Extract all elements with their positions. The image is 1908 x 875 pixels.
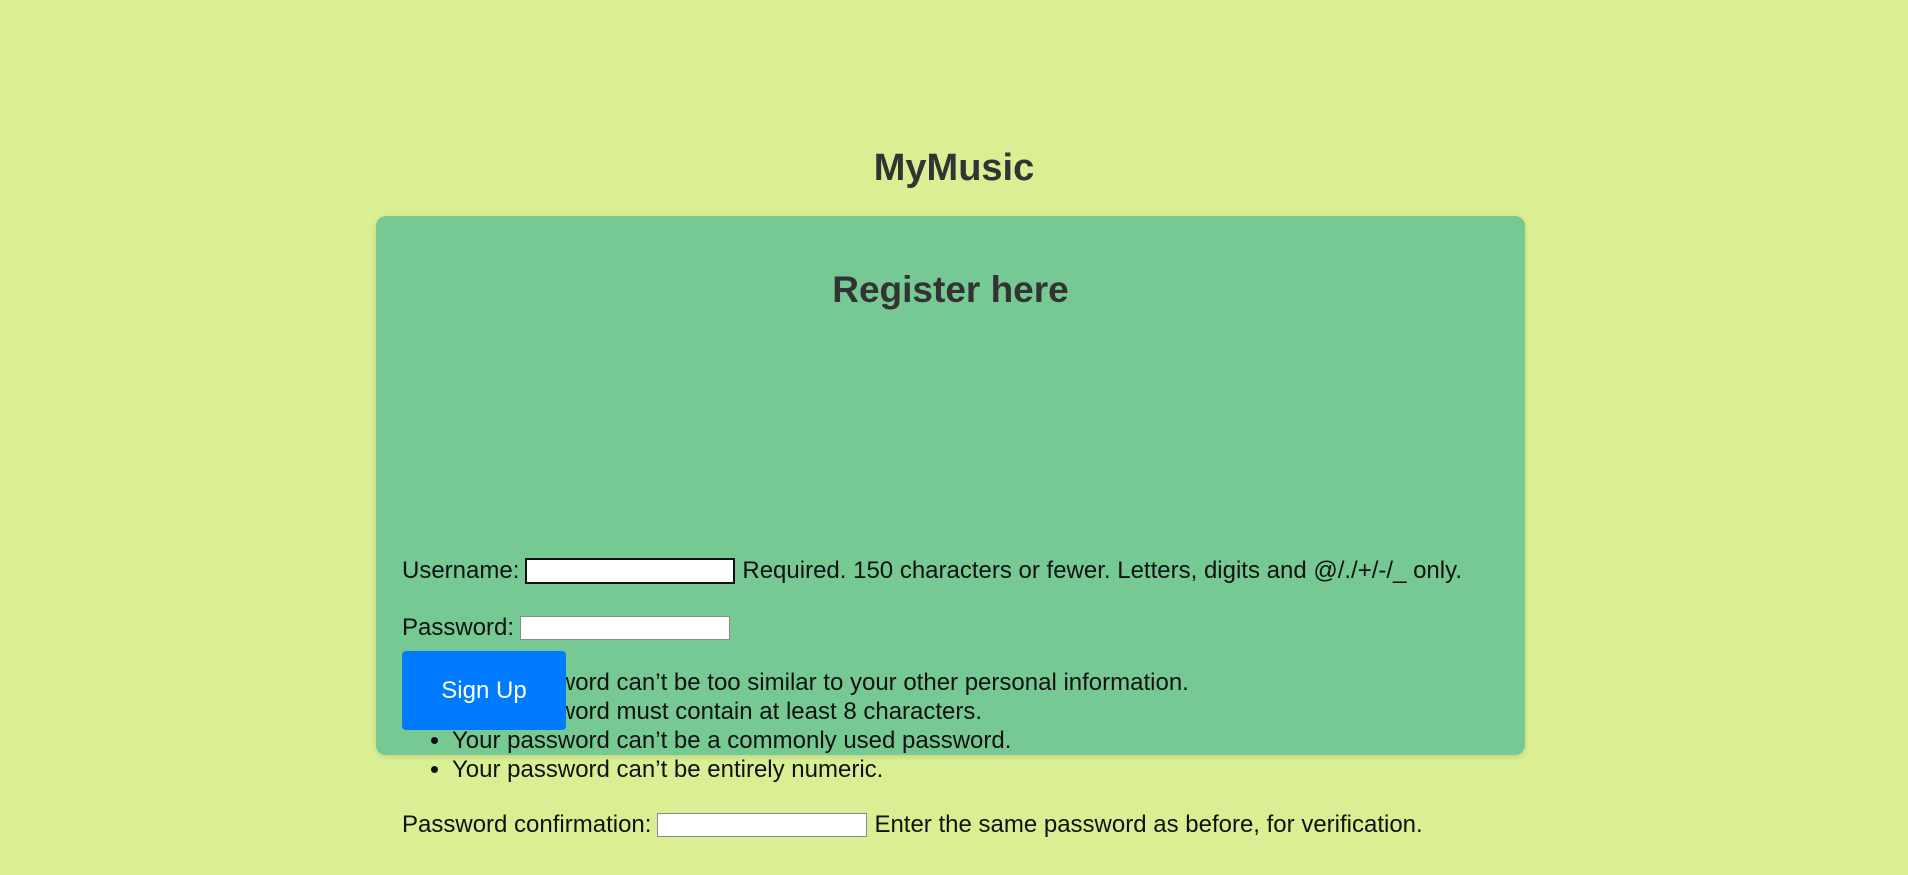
- password-confirmation-row: Password confirmation: Enter the same pa…: [402, 810, 1423, 840]
- password-label: Password:: [402, 614, 515, 641]
- register-card: Register here Username: Required. 150 ch…: [376, 216, 1525, 838]
- password-row: Password:: [402, 613, 731, 643]
- username-label: Username:: [402, 557, 520, 584]
- sign-up-button[interactable]: Sign Up: [402, 651, 566, 730]
- password-confirmation-input[interactable]: [657, 813, 868, 837]
- password-rule: Your password can’t be a commonly used p…: [452, 726, 1189, 755]
- password-input[interactable]: [520, 616, 731, 640]
- username-input[interactable]: [525, 558, 736, 584]
- username-row: Username: Required. 150 characters or fe…: [402, 556, 1462, 586]
- password-rule: Your password can’t be entirely numeric.: [452, 755, 1189, 784]
- password-confirmation-label: Password confirmation:: [402, 811, 652, 838]
- password-confirmation-help-text: Enter the same password as before, for v…: [874, 811, 1423, 838]
- register-heading: Register here: [832, 269, 1069, 310]
- username-help-text: Required. 150 characters or fewer. Lette…: [742, 557, 1462, 584]
- site-title: MyMusic: [873, 147, 1035, 189]
